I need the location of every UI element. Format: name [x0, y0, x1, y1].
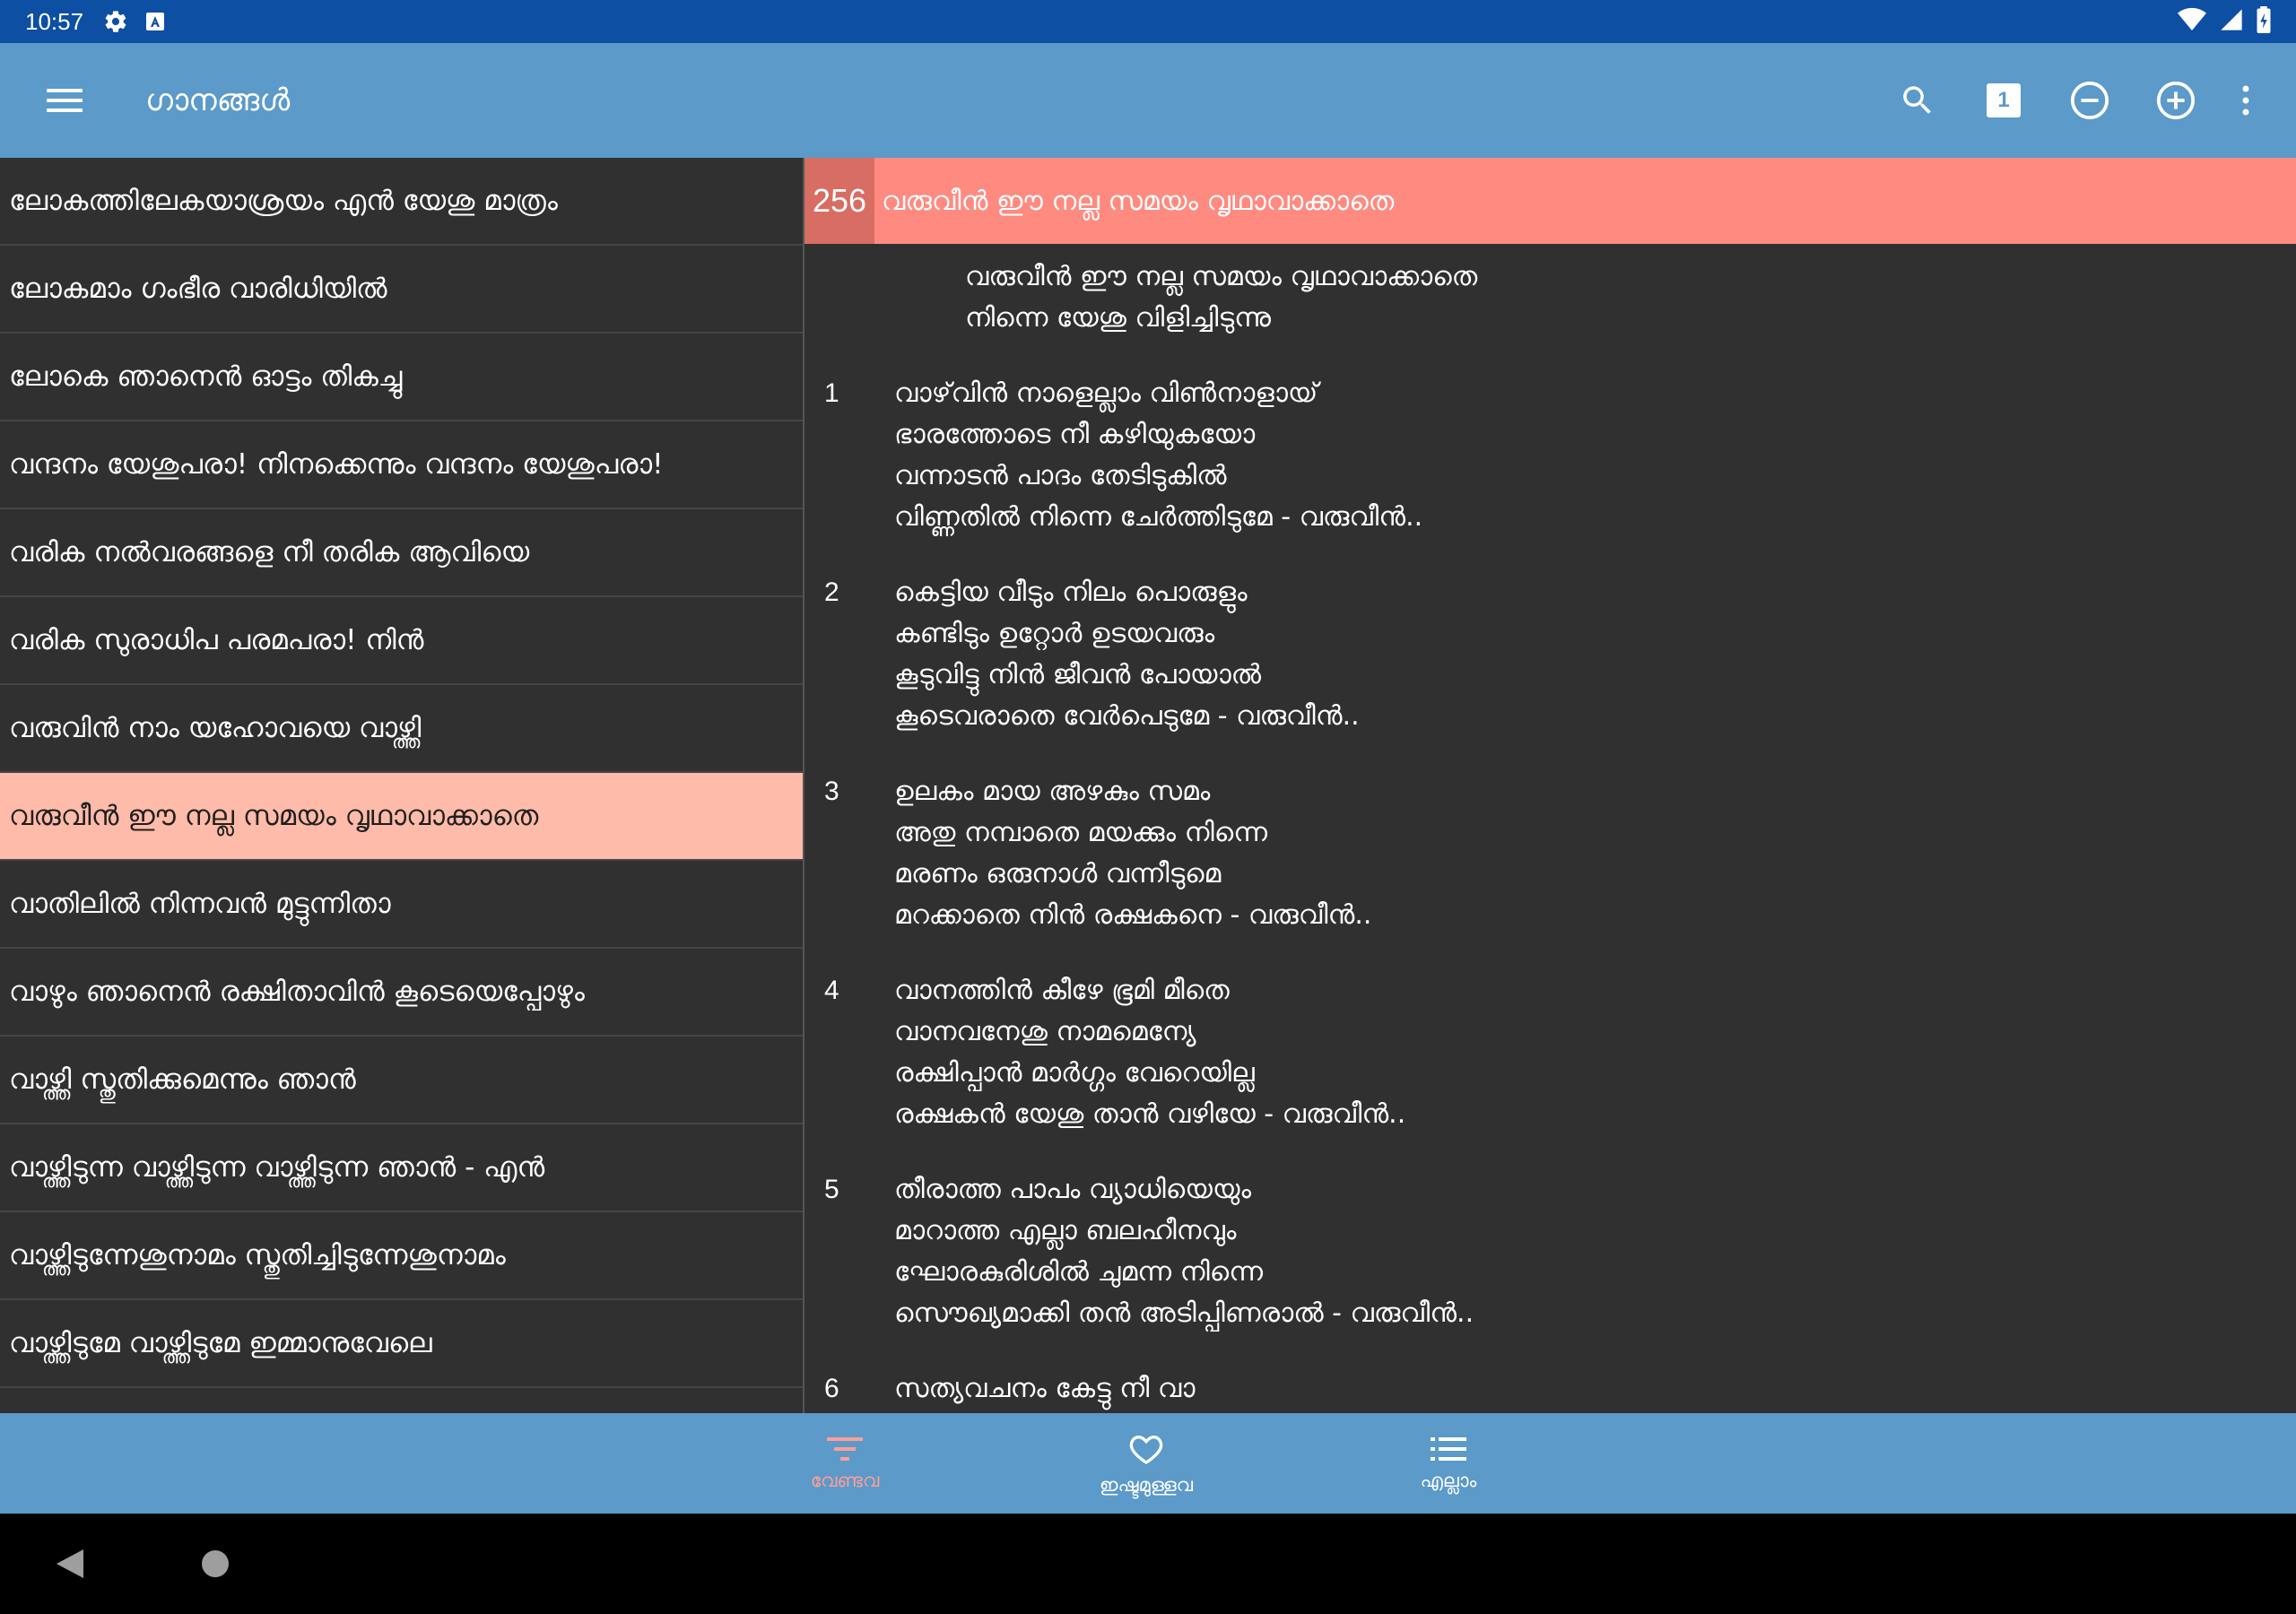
song-header: 256 വരുവീൻ ഈ നല്ല സമയം വൃഥാവാക്കാതെ [804, 158, 2296, 244]
list-item[interactable]: വാതിലിൽ നിന്നവൻ മുട്ടുന്നിതാ [0, 861, 803, 949]
filter-icon [827, 1436, 863, 1461]
verse-line: വാനത്തിൻ കീഴേ ഭൂമി മീതെ [894, 975, 1230, 1006]
nav-favorites[interactable]: ഇഷ്ടമുള്ളവ [1039, 1413, 1254, 1514]
page-number-button[interactable]: 1 [1961, 57, 2047, 143]
song-chorus: വരുവീൻ ഈ നല്ല സമയം വൃഥാവാക്കാതെ നിന്നെ യ… [965, 256, 2296, 339]
zoom-in-icon[interactable] [2133, 57, 2219, 143]
verse-line: കെട്ടിയ വീടും നിലം പൊരുളും [894, 577, 1248, 608]
verse-line: ഭാരത്തോടെ നീ കഴിയുകയോ [894, 419, 1256, 450]
list-item[interactable]: വരുവിൻ നാം യഹോവയെ വാഴ്ത്തി [0, 685, 803, 773]
nav-filter[interactable]: വേണ്ടവ [737, 1413, 952, 1514]
verse-line: വാഴ്‌വിൻ നാളെല്ലാം വിൺനാളായ് [894, 377, 1318, 409]
app-bar: ഗാനങ്ങൾ 1 [0, 43, 2296, 158]
verse: 1 വാഴ്‌വിൻ നാളെല്ലാം വിൺനാളായ് ഭാരത്തോടെ ന… [804, 373, 2296, 538]
list-item[interactable]: വാഴ്ത്തിടുന്ന വാഴ്ത്തിടുന്ന വാഴ്ത്തിടുന്… [0, 1124, 803, 1212]
verse-number: 6 [824, 1374, 839, 1403]
settings-gear-icon [103, 9, 128, 34]
verse: 4 വാനത്തിൻ കീഴേ ഭൂമി മീതെ വാനവനേശു നാമമെന്… [804, 970, 2296, 1135]
status-time: 10:57 [25, 7, 84, 35]
search-icon[interactable] [1874, 57, 1961, 143]
song-verses: 1 വാഴ്‌വിൻ നാളെല്ലാം വിൺനാളായ് ഭാരത്തോടെ ന… [804, 373, 2296, 1410]
verse-line: മരണം ഒരുനാൾ വന്നീടുമെ [894, 858, 1222, 889]
nav-all[interactable]: എല്ലാം [1341, 1413, 1556, 1514]
menu-icon[interactable] [41, 77, 88, 124]
chorus-line: വരുവീൻ ഈ നല്ല സമയം വൃഥാവാക്കാതെ [965, 261, 1478, 292]
list-item[interactable]: വാഴ്ത്തിടുന്നേശുനാമം സ്തുതിച്ചിടുന്നേശുന… [0, 1212, 803, 1300]
status-bar: 10:57 [0, 0, 2296, 43]
verse-line: അതു നമ്പാതെ മയക്കും നിന്നെ [894, 817, 1268, 848]
list-item[interactable]: ലോകെ ഞാനെൻ ഓട്ടം തികച്ചു [0, 334, 803, 421]
verse: 5 തീരാത്ത പാപം വ്യാധിയെയും മാറാത്ത എല്ലാ ബ… [804, 1169, 2296, 1334]
verse-line: മറക്കാതെ നിൻ രക്ഷകനെ - വരുവീൻ.. [894, 899, 1372, 931]
verse-line: വന്നാടൻ പാദം തേടിടുകിൽ [894, 460, 1227, 491]
signal-icon [2219, 7, 2244, 36]
list-item[interactable]: വാഴ്ത്തിടുമേ വാഴ്ത്തിടുമേ ഇമ്മാനുവേലെ [0, 1300, 803, 1388]
list-item[interactable]: വാഴും ഞാനെൻ രക്ഷിതാവിൻ കൂടെയെപ്പോഴും [0, 949, 803, 1037]
verse-line: ഘോരകുരിശിൽ ചുമന്ന നിന്നെ [894, 1256, 1264, 1288]
verse-line: കൂടെവരാതെ വേർപെടുമേ - വരുവീൻ.. [894, 700, 1360, 732]
heart-icon [1129, 1435, 1163, 1464]
verse-number: 2 [824, 577, 839, 607]
verse-line: കൂടുവിട്ടു നിൻ ജീവൻ പോയാൽ [894, 659, 1262, 690]
nav-all-label: എല്ലാം [1420, 1469, 1477, 1491]
song-detail: 256 വരുവീൻ ഈ നല്ല സമയം വൃഥാവാക്കാതെ വരുവ… [804, 158, 2296, 1413]
verse-line: സത്യവചനം കേട്ടു നീ വാ [894, 1373, 1196, 1404]
list-item[interactable]: വന്ദനം യേശുപരാ! നിനക്കെന്നും വന്ദനം യേശു… [0, 421, 803, 509]
list-item[interactable]: വാഴ്ത്തി സ്തുതിക്കുമെന്നും ഞാൻ [0, 1037, 803, 1124]
verse: 3 ഉലകം മായ അഴകും സമം അതു നമ്പാതെ മയക്കും ന… [804, 771, 2296, 936]
verse-number: 3 [824, 777, 839, 806]
verse-line: ഉലകം മായ അഴകും സമം [894, 776, 1211, 807]
wifi-icon [2178, 7, 2206, 36]
verse: 6 സത്യവചനം കേട്ടു നീ വാ [804, 1368, 2296, 1410]
verse-number: 5 [824, 1175, 839, 1204]
bottom-navigation: വേണ്ടവ ഇഷ്ടമുള്ളവ എല്ലാം [0, 1413, 2296, 1514]
verse-line: മാറാത്ത എല്ലാ ബലഹീനവും [894, 1215, 1237, 1246]
list-item[interactable]: ലോകമാം ഗംഭീര വാരിധിയിൽ [0, 246, 803, 334]
list-icon [1431, 1436, 1466, 1461]
system-navigation-bar [0, 1514, 2296, 1614]
verse-line: സൌഖ്യമാക്കി തൻ അടിപ്പിണരാൽ - വരുവീൻ.. [894, 1297, 1474, 1329]
verse-number: 1 [824, 378, 839, 408]
verse-line: തീരാത്ത പാപം വ്യാധിയെയും [894, 1174, 1252, 1205]
page-title: ഗാനങ്ങൾ [145, 82, 291, 118]
verse-number: 4 [824, 976, 839, 1005]
nav-filter-label: വേണ്ടവ [810, 1469, 880, 1491]
verse-line: രക്ഷകൻ യേശു താൻ വഴിയേ - വരുവീൻ.. [894, 1098, 1406, 1130]
list-item[interactable]: ലോകത്തിലേകയാശ്രയം എൻ യേശു മാത്രം [0, 158, 803, 246]
home-icon[interactable] [190, 1539, 240, 1589]
list-item[interactable]: വരിക നൽവരങ്ങളെ നീ തരിക ആവിയെ [0, 509, 803, 597]
list-item[interactable]: വരിക സുരാധിപ പരമപരാ! നിൻ [0, 597, 803, 685]
verse: 2 കെട്ടിയ വീടും നിലം പൊരുളും കണ്ടിടും ഉറ്റ… [804, 572, 2296, 737]
keyboard-a-icon [144, 11, 166, 32]
song-number: 256 [804, 158, 874, 244]
more-options-icon[interactable] [2219, 57, 2273, 143]
page-number-badge: 1 [1997, 88, 2010, 112]
battery-icon [2257, 6, 2271, 37]
verse-line: വാനവനേശു നാമമെന്യേ [894, 1016, 1196, 1047]
verse-line: വിണ്ണതിൽ നിന്നെ ചേർത്തിടുമേ - വരുവീൻ.. [894, 501, 1423, 533]
song-list: ലോകത്തിലേകയാശ്രയം എൻ യേശു മാത്രം ലോകമാം ഗ… [0, 158, 803, 1413]
chorus-line: നിന്നെ യേശു വിളിച്ചിടുന്നു [965, 302, 1271, 334]
verse-line: രക്ഷിപ്പാൻ മാർഗ്ഗം വേറെയില്ല [894, 1057, 1255, 1089]
song-title: വരുവീൻ ഈ നല്ല സമയം വൃഥാവാക്കാതെ [882, 185, 1395, 217]
list-item-selected[interactable]: വരുവീൻ ഈ നല്ല സമയം വൃഥാവാക്കാതെ [0, 773, 803, 861]
verse-line: കണ്ടിടും ഉറ്റോർ ഉടയവരും [894, 618, 1215, 649]
nav-favorites-label: ഇഷ്ടമുള്ളവ [1099, 1473, 1194, 1496]
back-icon[interactable] [45, 1539, 95, 1589]
zoom-out-icon[interactable] [2047, 57, 2133, 143]
